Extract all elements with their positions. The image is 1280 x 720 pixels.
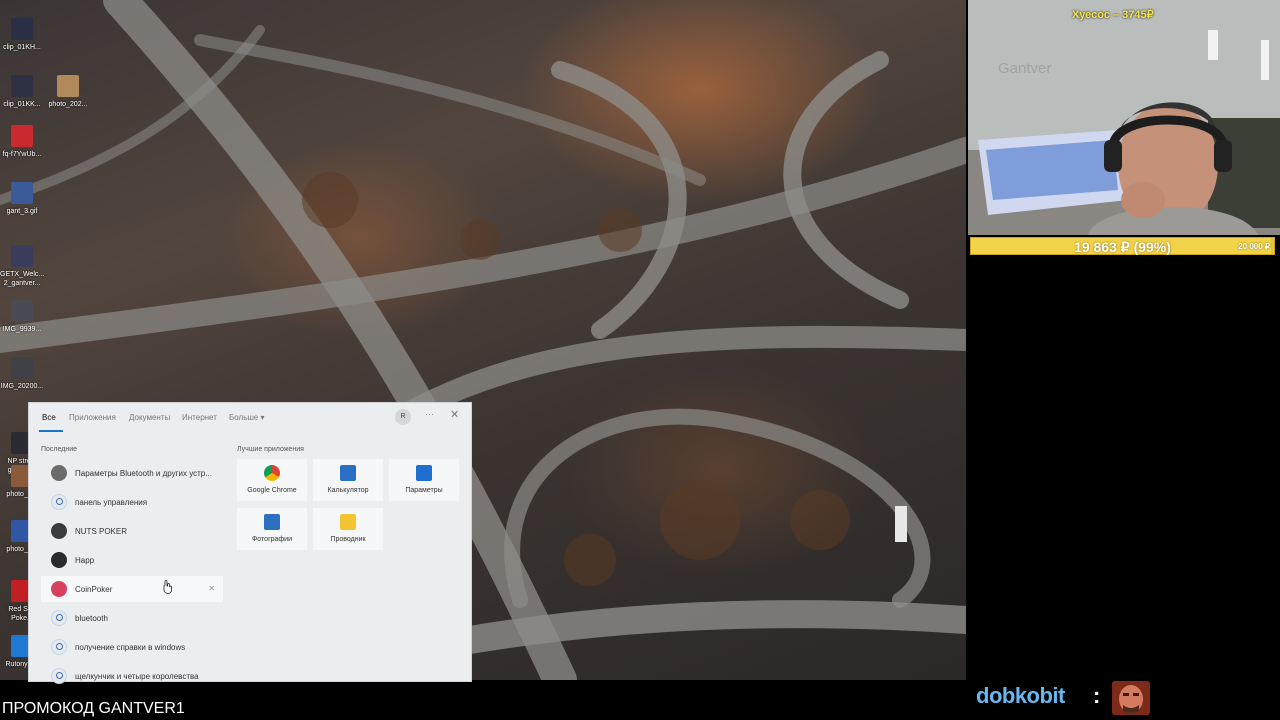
wall-text: Gantver (998, 60, 1052, 77)
desktop-file-icon (11, 182, 33, 204)
tab-apps[interactable]: Приложения (69, 413, 116, 422)
app-tile[interactable]: Фотографии (237, 508, 307, 550)
webcam-image (968, 0, 1280, 235)
desktop-icon-label: GETX_Welc... 2_gantver... (0, 271, 45, 287)
gear-icon (416, 465, 432, 481)
happ-icon (51, 552, 67, 568)
desktop-icon-label: gant_3.gif (6, 208, 38, 215)
donation-alert: Хуесос – 3745₽ (1072, 9, 1154, 21)
remove-recent-icon[interactable]: ✕ (208, 584, 215, 593)
chat-emote-icon (1112, 681, 1150, 715)
chrome-icon (264, 465, 280, 481)
folder-icon (340, 514, 356, 530)
recent-item[interactable]: NUTS POKER (41, 518, 223, 544)
chat-separator: : (1093, 683, 1101, 708)
desktop-icon[interactable]: IMG_9939... (0, 300, 44, 334)
recent-item-label: панель управления (75, 498, 148, 507)
app-tile-label: Фотографии (251, 536, 292, 543)
app-tile[interactable]: Калькулятор (313, 459, 383, 501)
tab-all[interactable]: Все (42, 413, 56, 422)
desktop-icon[interactable]: photo_202... (46, 75, 90, 109)
mouse-pointer-icon (163, 580, 172, 594)
settings-icon (51, 465, 67, 481)
app-tile-label: Проводник (330, 536, 366, 543)
goal-amount: 19 863 ₽ (99%) (1074, 239, 1171, 255)
active-tab-indicator (39, 430, 63, 432)
app-tile[interactable]: Параметры (389, 459, 459, 501)
desktop-file-icon (11, 300, 33, 322)
promo-code-text: ПРОМОКОД GANTVER1 (2, 700, 185, 717)
photos-icon (264, 514, 280, 530)
emote-face-image (1112, 681, 1150, 715)
search-icon (51, 668, 67, 684)
recent-item-label: получение справки в windows (75, 643, 186, 652)
search-icon (51, 610, 67, 626)
desktop-icon-label: clip_01KH... (3, 44, 41, 51)
app-tile[interactable]: Проводник (313, 508, 383, 550)
recent-item-label: Happ (75, 556, 95, 565)
recent-item[interactable]: панель управления (41, 489, 223, 515)
desktop-icon[interactable]: GETX_Welc... 2_gantver... (0, 245, 44, 288)
coinpoker-icon (51, 581, 67, 597)
avatar[interactable]: R (395, 409, 411, 425)
app-tile[interactable]: Google Chrome (237, 459, 307, 501)
desktop-file-icon (57, 75, 79, 97)
desktop-icon-label: IMG_9939... (2, 326, 42, 333)
tab-documents[interactable]: Документы (129, 413, 170, 422)
app-tile-label: Google Chrome (247, 487, 297, 494)
desktop-icon[interactable]: clip_01KH... (0, 18, 44, 52)
calculator-icon (340, 465, 356, 481)
webcam-overlay: Gantver (968, 0, 1280, 235)
best-apps-section-title: Лучшие приложения (237, 446, 304, 453)
recent-item[interactable]: CoinPoker ✕ (41, 576, 223, 602)
close-icon[interactable]: ✕ (450, 408, 459, 421)
recent-item[interactable]: bluetooth (41, 605, 223, 631)
recent-item[interactable]: щелкунчик и четыре королевства (41, 663, 223, 689)
search-icon (51, 639, 67, 655)
recent-item-label: NUTS POKER (75, 527, 128, 536)
goal-target: 20 000 ₽ (1238, 242, 1270, 251)
desktop-file-icon (11, 357, 33, 379)
recent-section-title: Последние (41, 446, 78, 453)
donation-goal-bar: 19 863 ₽ (99%) 20 000 ₽ (970, 237, 1275, 255)
recent-item[interactable]: Параметры Bluetooth и других устр... (41, 460, 223, 486)
desktop-icon[interactable]: fq-f7YwUb... (0, 125, 44, 159)
chat-username: dobkobit (976, 683, 1065, 708)
desktop-icon-label: photo_202... (48, 101, 88, 108)
recent-item-label: щелкунчик и четыре королевства (75, 672, 199, 681)
desktop-file-icon (11, 245, 33, 267)
search-tabs: Все Приложения Документы Интернет Больше… (29, 403, 473, 433)
desktop-icon-label: clip_01KK... (3, 101, 41, 108)
desktop-icon[interactable]: gant_3.gif (0, 182, 44, 216)
recent-item[interactable]: Happ (41, 547, 223, 573)
recent-item[interactable]: получение справки в windows (41, 634, 223, 660)
desktop-file-icon (11, 75, 33, 97)
start-search-flyout: Все Приложения Документы Интернет Больше… (28, 402, 473, 684)
screen: clip_01KH... clip_01KK... photo_202... fq-f… (0, 0, 1280, 720)
tab-more[interactable]: Больше ▾ (229, 413, 264, 422)
desktop-icon-label: IMG_20200... (0, 383, 44, 390)
tab-web[interactable]: Интернет (182, 413, 217, 422)
desktop-file-icon (11, 18, 33, 40)
recent-item-label: CoinPoker (75, 585, 113, 594)
recent-item-label: bluetooth (75, 614, 108, 623)
desktop-file-icon (11, 125, 33, 147)
more-options-icon[interactable]: ··· (425, 409, 434, 419)
recent-item-label: Параметры Bluetooth и других устр... (75, 469, 212, 478)
desktop-icon[interactable]: clip_01KK... (0, 75, 44, 109)
desktop-icon-label: fq-f7YwUb... (2, 151, 42, 158)
app-tile-label: Параметры (405, 487, 443, 494)
app-tile-label: Калькулятор (327, 487, 369, 494)
nuts-poker-icon (51, 523, 67, 539)
desktop-icon[interactable]: IMG_20200... (0, 357, 44, 391)
search-icon (51, 494, 67, 510)
